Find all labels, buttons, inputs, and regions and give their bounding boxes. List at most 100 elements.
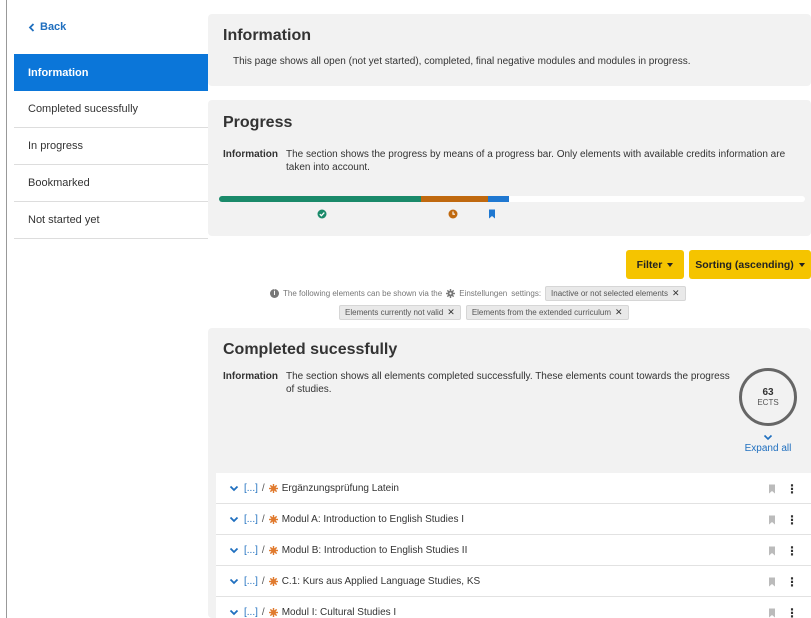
information-title: Information — [223, 27, 311, 44]
list-item[interactable]: [...] / C.1: Kurs aus Applied Language St… — [216, 566, 811, 597]
bookmark-icon[interactable] — [768, 577, 776, 587]
hint-line: i The following elements can be shown vi… — [270, 286, 686, 301]
ects-value: 63 — [762, 387, 774, 398]
expand-all-label: Expand all — [744, 443, 792, 454]
ects-unit: ECTS — [757, 398, 779, 407]
app-root: Back Information Completed sucessfully I… — [0, 0, 811, 618]
progress-segment-completed — [219, 196, 421, 202]
more-options-icon[interactable]: ⋮ — [786, 606, 798, 618]
bookmark-icon — [486, 208, 498, 220]
close-icon: ✕ — [672, 288, 680, 298]
item-path[interactable]: [...] — [244, 514, 258, 525]
item-path[interactable]: [...] — [244, 545, 258, 556]
hint-suffix: settings: — [511, 289, 542, 298]
sidebar-item-completed[interactable]: Completed sucessfully — [14, 91, 208, 128]
chevron-left-icon — [28, 22, 35, 32]
progress-segment-in-progress — [421, 196, 488, 202]
info-icon: i — [270, 289, 279, 298]
bookmark-icon[interactable] — [768, 546, 776, 556]
list-item[interactable]: [...] / Modul A: Introduction to English … — [216, 504, 811, 535]
completed-info-text: The section shows all elements completed… — [286, 371, 730, 395]
item-actions: ⋮ — [768, 597, 798, 618]
sidebar-item-label: Information — [28, 66, 89, 79]
item-name: Modul I: Cultural Studies I — [281, 606, 397, 618]
bookmark-icon[interactable] — [768, 608, 776, 618]
progress-segment-bookmarked — [488, 196, 509, 202]
progress-info-key: Information — [223, 149, 278, 160]
item-path[interactable]: [...] — [244, 576, 258, 587]
bookmark-icon[interactable] — [768, 484, 776, 494]
path-separator: / — [261, 544, 265, 556]
sorting-label: Sorting (ascending) — [695, 258, 794, 271]
sidebar-item-label: Not started yet — [28, 214, 100, 226]
information-card: Information This page shows all open (no… — [208, 14, 811, 86]
window-edge — [6, 0, 7, 618]
hint-prefix: The following elements can be shown via … — [283, 289, 443, 298]
chevron-down-icon[interactable] — [229, 609, 239, 616]
chip-label: Elements from the extended curriculum — [471, 308, 611, 317]
gear-icon — [268, 545, 278, 555]
back-link[interactable]: Back — [14, 0, 208, 54]
sidebar-item-bookmarked[interactable]: Bookmarked — [14, 165, 208, 202]
sidebar-item-label: In progress — [28, 140, 84, 152]
progress-card: Progress Information The section shows t… — [208, 100, 811, 236]
more-options-icon[interactable]: ⋮ — [786, 575, 798, 589]
completed-info: Information The section shows all elemen… — [223, 370, 736, 396]
more-options-icon[interactable]: ⋮ — [786, 544, 798, 558]
chevron-down-icon[interactable] — [229, 578, 239, 585]
filter-label: Filter — [636, 258, 663, 271]
progress-info-text: The section shows the progress by means … — [286, 149, 786, 173]
path-separator: / — [261, 606, 265, 618]
sidebar-item-label: Completed sucessfully — [28, 103, 139, 115]
chevron-down-icon[interactable] — [229, 485, 239, 492]
list-item[interactable]: [...] / Ergänzungsprüfung Latein ⋮ — [216, 473, 811, 504]
item-name: Modul A: Introduction to English Studies… — [281, 513, 465, 525]
item-actions: ⋮ — [768, 473, 798, 504]
completed-card: Completed sucessfully Information The se… — [208, 328, 811, 618]
chevron-down-icon[interactable] — [229, 516, 239, 523]
sidebar: Back Information Completed sucessfully I… — [14, 0, 208, 618]
back-label: Back — [40, 21, 67, 33]
clock-icon — [447, 208, 459, 220]
more-options-icon[interactable]: ⋮ — [786, 482, 798, 496]
progress-markers — [208, 208, 811, 222]
information-text: This page shows all open (not yet starte… — [233, 56, 691, 67]
chip-inactive-elements[interactable]: Inactive or not selected elements ✕ — [545, 286, 686, 301]
completed-list: [...] / Ergänzungsprüfung Latein ⋮ [...] /… — [216, 473, 811, 618]
gear-icon — [268, 514, 278, 524]
completed-info-key: Information — [223, 371, 278, 382]
sidebar-item-not-started[interactable]: Not started yet — [14, 202, 208, 239]
sidebar-item-information[interactable]: Information — [14, 54, 208, 91]
gear-icon — [446, 289, 456, 298]
gear-icon — [268, 576, 278, 586]
item-name: C.1: Kurs aus Applied Language Studies, … — [281, 575, 481, 587]
chip-label: Inactive or not selected elements — [551, 289, 668, 298]
more-options-icon[interactable]: ⋮ — [786, 513, 798, 527]
expand-all-button[interactable]: Expand all — [738, 434, 798, 454]
chevron-down-icon[interactable] — [229, 547, 239, 554]
filter-button[interactable]: Filter — [626, 250, 684, 279]
progress-title: Progress — [223, 114, 293, 131]
path-separator: / — [261, 575, 265, 587]
sorting-button[interactable]: Sorting (ascending) — [689, 250, 811, 279]
list-item[interactable]: [...] / Modul I: Cultural Studies I ⋮ — [216, 597, 811, 618]
item-actions: ⋮ — [768, 535, 798, 566]
chip-extended-curriculum[interactable]: Elements from the extended curriculum ✕ — [465, 305, 629, 320]
progress-info: Information The section shows the progre… — [223, 148, 786, 174]
item-path[interactable]: [...] — [244, 607, 258, 618]
ects-badge: 63 ECTS — [739, 368, 797, 426]
caret-down-icon — [798, 262, 805, 267]
item-name: Ergänzungsprüfung Latein — [281, 482, 399, 494]
item-name: Modul B: Introduction to English Studies… — [281, 544, 468, 556]
progress-bar — [219, 196, 805, 202]
chip-not-valid-elements[interactable]: Elements currently not valid ✕ — [339, 305, 461, 320]
sidebar-item-in-progress[interactable]: In progress — [14, 128, 208, 165]
chip-label: Elements currently not valid — [345, 308, 444, 317]
check-circle-icon — [316, 208, 328, 220]
item-path[interactable]: [...] — [244, 483, 258, 494]
path-separator: / — [261, 482, 265, 494]
hint-line: Elements currently not valid ✕ Elements f… — [339, 305, 629, 320]
path-separator: / — [261, 513, 265, 525]
bookmark-icon[interactable] — [768, 515, 776, 525]
list-item[interactable]: [...] / Modul B: Introduction to English … — [216, 535, 811, 566]
